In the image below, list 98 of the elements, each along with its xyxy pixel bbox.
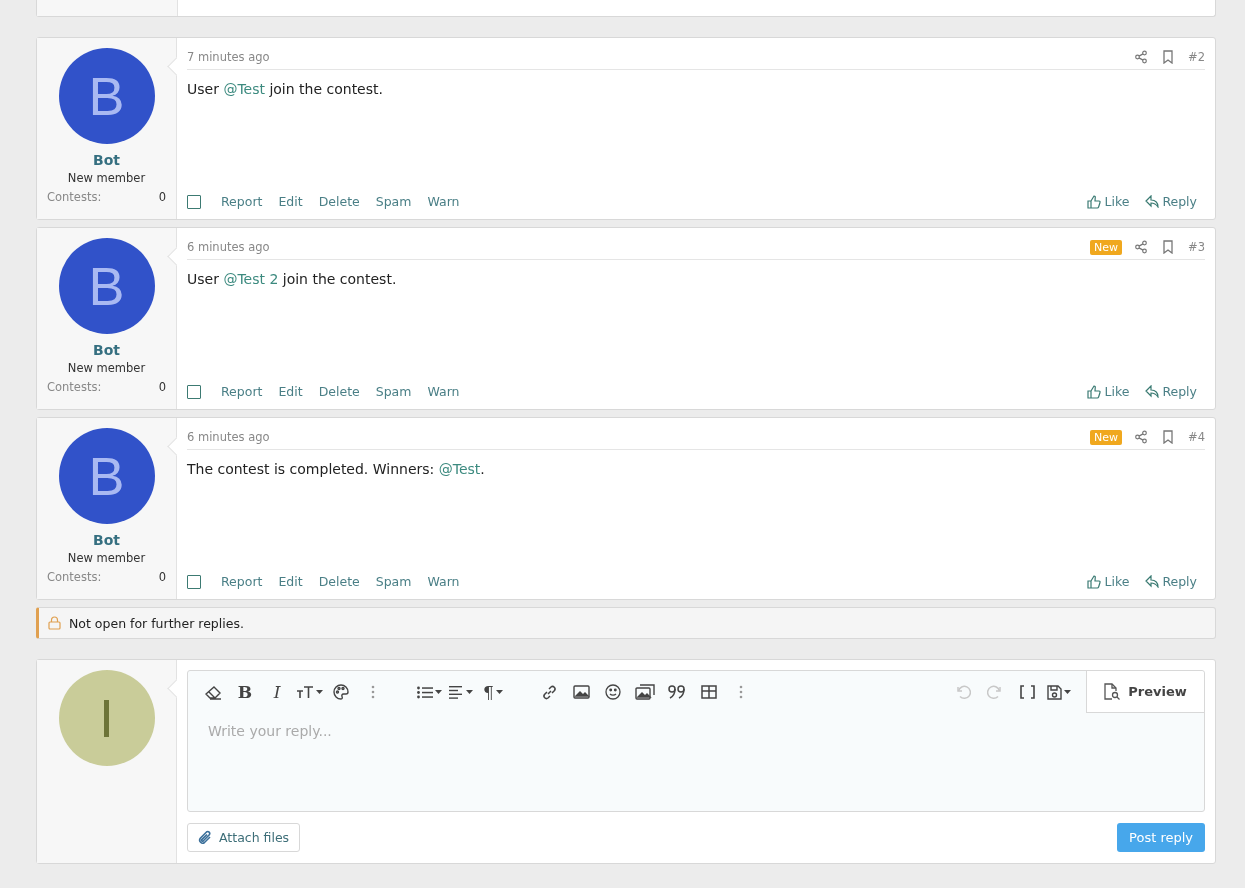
redo-icon [987, 684, 1003, 700]
post-action-link[interactable]: Edit [278, 574, 303, 589]
notice-text: Not open for further replies. [69, 615, 244, 631]
user-title: New member [67, 361, 146, 375]
text-size-icon [295, 685, 314, 699]
editor-field[interactable]: B I ¶ Preview Write your reply... [187, 670, 1205, 812]
select-checkbox[interactable] [187, 574, 201, 589]
post-action-link[interactable]: Delete [318, 574, 360, 589]
table-icon [701, 685, 717, 699]
user-title: New member [67, 551, 146, 565]
stat-value: 0 [158, 190, 166, 204]
link-icon [540, 683, 558, 701]
stat-value: 0 [158, 570, 166, 584]
post-number[interactable]: #2 [1188, 50, 1205, 64]
caret-icon [315, 690, 323, 694]
post-action-link[interactable]: Delete [318, 194, 360, 209]
brackets-icon [1019, 685, 1035, 699]
toolbar-button[interactable]: ¶ [478, 677, 508, 707]
image-icon [572, 685, 590, 699]
username[interactable]: Bot [93, 342, 120, 358]
post-time[interactable]: 6 minutes ago [187, 240, 270, 254]
avatar[interactable]: B [58, 48, 155, 144]
attach-files-button[interactable]: Attach files [187, 823, 301, 852]
post-action-link[interactable]: Delete [318, 384, 360, 399]
reaction-link[interactable]: Like [1104, 574, 1130, 589]
stat-label: Contests: [47, 570, 102, 584]
bookmark-icon[interactable] [1162, 50, 1175, 64]
mention-link[interactable]: @Test 2 [223, 271, 279, 287]
post-message: User @Test join the contest. [187, 81, 384, 99]
reaction-link[interactable]: Reply [1162, 574, 1197, 589]
list-icon [416, 685, 433, 699]
post-action-link[interactable]: Warn [427, 574, 460, 589]
post-action-link[interactable]: Edit [278, 194, 303, 209]
eraser-icon [204, 684, 222, 700]
post-action-link[interactable]: Warn [427, 194, 460, 209]
new-badge: New [1090, 239, 1123, 255]
avatar[interactable]: I [58, 670, 155, 766]
share-icon[interactable] [1134, 430, 1149, 444]
post-action-link[interactable]: Report [221, 194, 263, 209]
reaction-link[interactable]: Like [1104, 194, 1130, 209]
mention-link[interactable]: @Test [223, 81, 265, 97]
stat-value: 0 [158, 380, 166, 394]
post-action-link[interactable]: Spam [375, 384, 412, 399]
reaction-link[interactable]: Reply [1162, 384, 1197, 399]
stat-label: Contests: [47, 380, 102, 394]
stat-label: Contests: [47, 190, 102, 204]
avatar[interactable]: B [58, 238, 155, 334]
media-icon [635, 684, 655, 700]
caret-icon [1064, 690, 1071, 694]
more-icon [739, 685, 743, 699]
post-action-link[interactable]: Spam [375, 574, 412, 589]
undo-icon [955, 684, 971, 700]
post-action-link[interactable]: Report [221, 384, 263, 399]
avatar[interactable]: B [58, 428, 155, 524]
share-icon[interactable] [1134, 240, 1149, 254]
user-title: New member [67, 171, 146, 185]
post-number[interactable]: #4 [1188, 430, 1205, 444]
post-action-link[interactable]: Spam [375, 194, 412, 209]
post-message: The contest is completed. Winners: @Test. [187, 461, 486, 479]
username[interactable]: Bot [93, 532, 120, 548]
quote-icon [668, 685, 686, 699]
preview-button[interactable]: Preview [1086, 671, 1204, 713]
post-message: User @Test 2 join the contest. [187, 271, 398, 289]
mention-link[interactable]: @Test [438, 461, 481, 477]
select-checkbox[interactable] [187, 384, 201, 399]
more-icon [371, 685, 375, 699]
toolbar-button[interactable]: I [262, 677, 292, 707]
thumbs-up-icon [1087, 574, 1102, 589]
share-icon[interactable] [1134, 50, 1149, 64]
reply-arrow-icon [1145, 195, 1160, 208]
caret-icon [434, 690, 442, 694]
post-action-link[interactable]: Warn [427, 384, 460, 399]
palette-icon [333, 684, 349, 700]
new-badge: New [1090, 429, 1123, 445]
reaction-link[interactable]: Reply [1162, 194, 1197, 209]
reply-arrow-icon [1145, 575, 1160, 588]
lock-icon [48, 616, 61, 630]
post-time[interactable]: 6 minutes ago [187, 430, 270, 444]
smiley-icon [605, 684, 621, 700]
select-checkbox[interactable] [187, 194, 201, 209]
align-left-icon [449, 685, 464, 699]
reply-arrow-icon [1145, 385, 1160, 398]
post-time[interactable]: 7 minutes ago [187, 50, 270, 64]
post-action-link[interactable]: Report [221, 574, 263, 589]
thumbs-up-icon [1087, 384, 1102, 399]
bookmark-icon[interactable] [1162, 430, 1175, 444]
bookmark-icon[interactable] [1162, 240, 1175, 254]
paperclip-icon [198, 829, 213, 846]
post-action-link[interactable]: Edit [278, 384, 303, 399]
thumbs-up-icon [1087, 194, 1102, 209]
username[interactable]: Bot [93, 152, 120, 168]
post-number[interactable]: #3 [1188, 240, 1205, 254]
caret-icon [466, 690, 473, 694]
toolbar-button[interactable]: B [230, 677, 260, 707]
post-reply-button[interactable]: Post reply [1117, 823, 1205, 852]
document-search-icon [1104, 683, 1121, 700]
reaction-link[interactable]: Like [1104, 384, 1130, 399]
caret-icon [495, 690, 503, 694]
